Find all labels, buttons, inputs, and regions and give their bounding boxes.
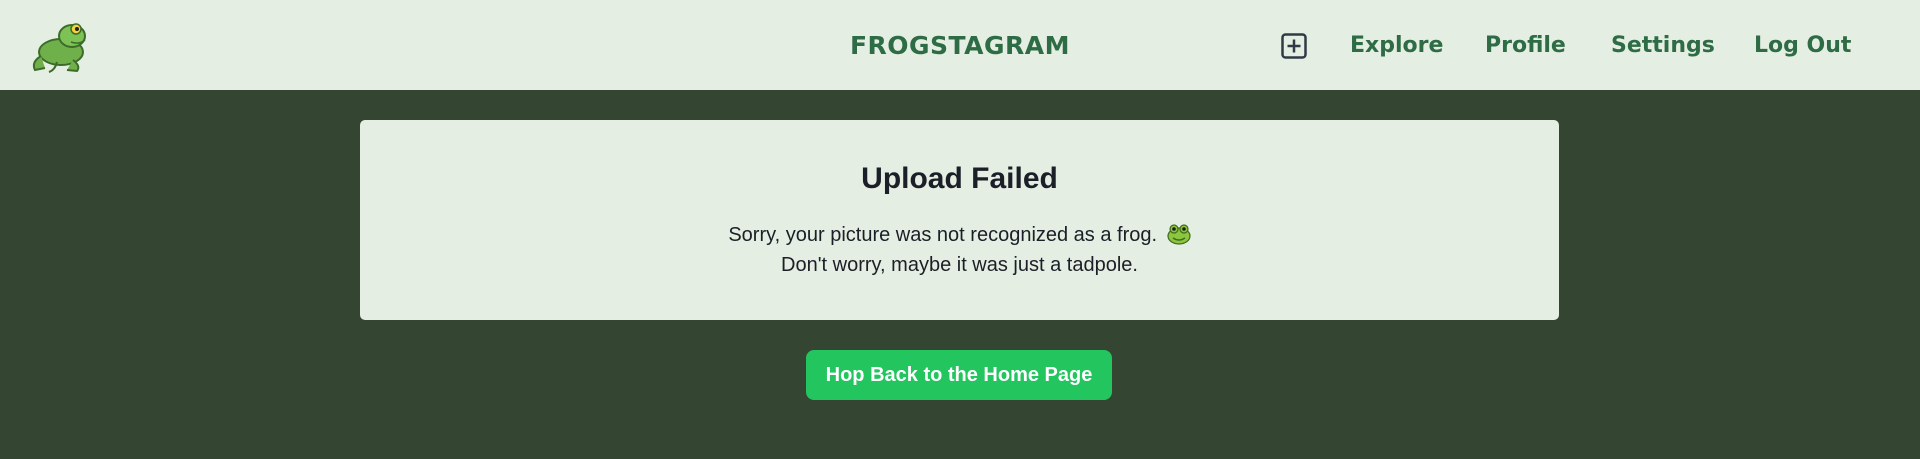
brand-title[interactable]: FROGSTAGRAM	[820, 0, 1100, 90]
navbar: FROGSTAGRAM Explore Profile Settings Log…	[0, 0, 1920, 90]
error-message-line1: Sorry, your picture was not recognized a…	[0, 222, 1919, 248]
error-message-line2: Don't worry, maybe it was just a tadpole…	[781, 254, 1138, 276]
nav-profile-link[interactable]: Profile	[1485, 0, 1566, 90]
nav-explore-link[interactable]: Explore	[1350, 0, 1443, 90]
nav-logout-link[interactable]: Log Out	[1754, 0, 1851, 90]
error-card	[360, 120, 1559, 320]
frog-logo-icon[interactable]	[27, 16, 93, 74]
home-button[interactable]: Hop Back to the Home Page	[806, 350, 1112, 400]
error-title: Upload Failed	[861, 162, 1058, 195]
nav-settings-link[interactable]: Settings	[1611, 0, 1715, 90]
frog-face-icon	[1167, 224, 1191, 245]
plus-square-icon[interactable]	[1281, 33, 1307, 59]
error-message-text: Sorry, your picture was not recognized a…	[728, 224, 1158, 246]
